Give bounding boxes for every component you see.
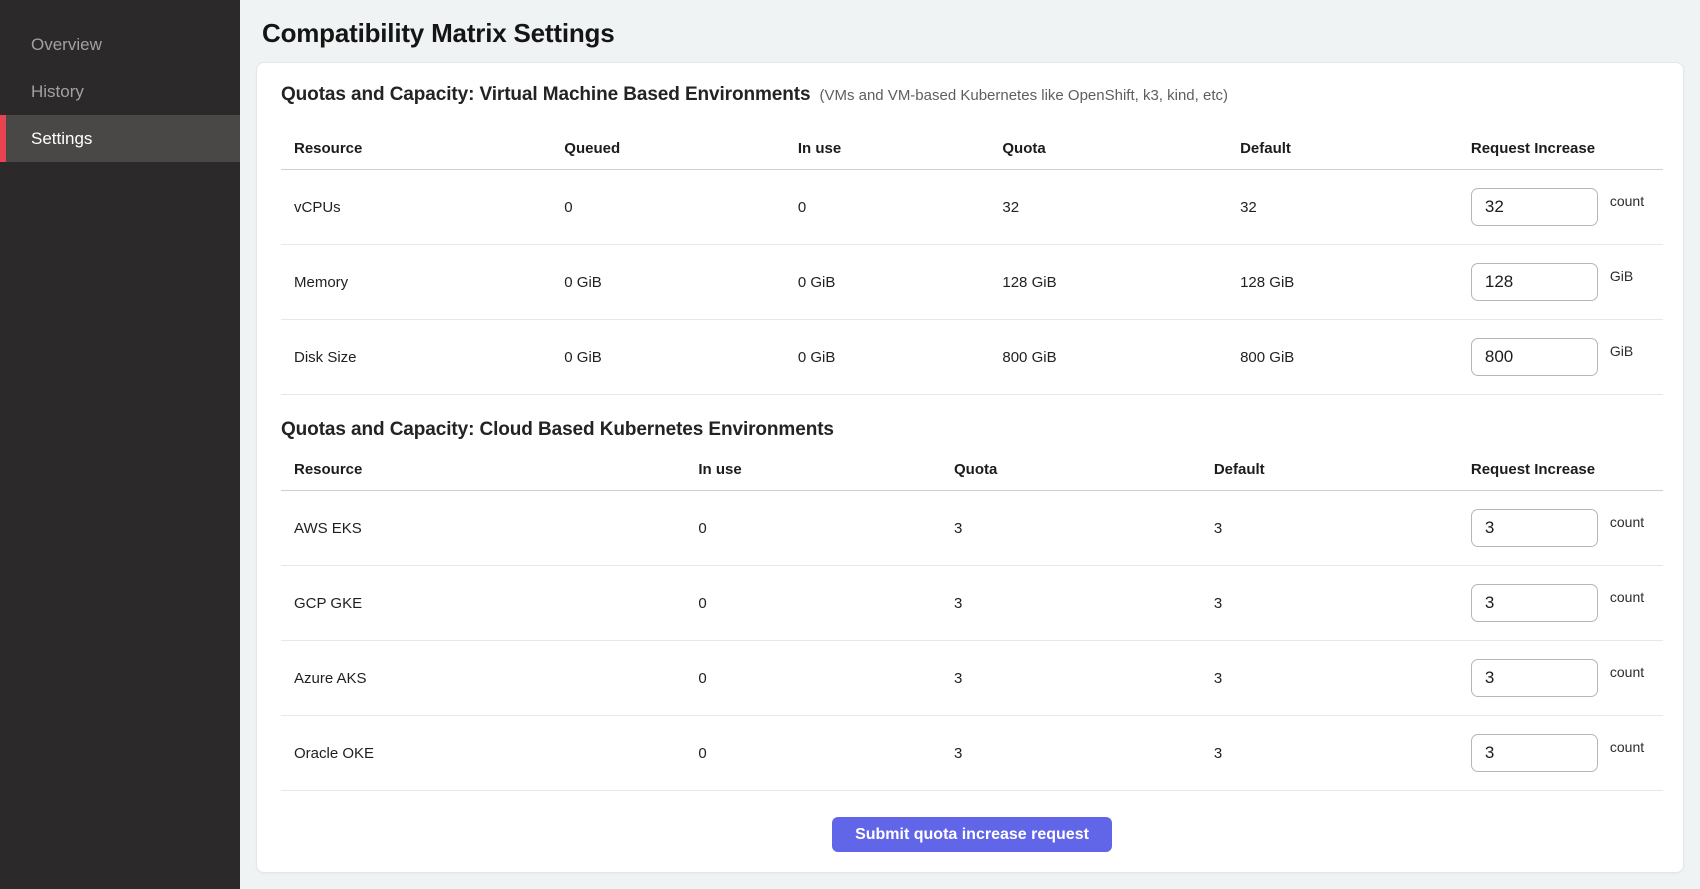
col-header-quota: Quota	[1002, 140, 1240, 157]
col-header-quota: Quota	[954, 461, 1214, 478]
col-header-resource: Resource	[281, 140, 564, 157]
submit-button-row: Submit quota increase request	[281, 791, 1663, 852]
in-use-value: 0	[698, 670, 954, 687]
in-use-value: 0	[698, 595, 954, 612]
oracle-oke-request-input[interactable]	[1471, 734, 1598, 772]
cloud-table-header-row: Resource In use Quota Default Request In…	[281, 449, 1663, 491]
request-increase-cell: GiB	[1471, 338, 1663, 376]
col-header-in-use: In use	[798, 140, 1003, 157]
unit-label: GiB	[1610, 343, 1633, 359]
cloud-section-heading: Quotas and Capacity: Cloud Based Kuberne…	[281, 419, 834, 441]
table-row-azure-aks: Azure AKS 0 3 3 count	[281, 641, 1663, 716]
app-window: Overview History Settings Compatibility …	[0, 0, 1700, 889]
unit-label: count	[1610, 589, 1644, 605]
request-increase-cell: count	[1471, 734, 1663, 772]
default-value: 3	[1214, 670, 1471, 687]
table-row-gcp-gke: GCP GKE 0 3 3 count	[281, 566, 1663, 641]
cloud-section-heading-row: Quotas and Capacity: Cloud Based Kuberne…	[281, 419, 1663, 441]
settings-card: Quotas and Capacity: Virtual Machine Bas…	[256, 62, 1684, 873]
col-header-queued: Queued	[564, 140, 798, 157]
in-use-value: 0	[698, 520, 954, 537]
resource-label: Azure AKS	[281, 670, 698, 687]
unit-label: count	[1610, 514, 1644, 530]
sidebar: Overview History Settings	[0, 0, 240, 889]
col-header-request-increase: Request Increase	[1471, 461, 1663, 478]
sidebar-nav: Overview History Settings	[0, 21, 240, 162]
main-content: Compatibility Matrix Settings Quotas and…	[240, 0, 1700, 889]
col-header-default: Default	[1240, 140, 1471, 157]
request-increase-cell: GiB	[1471, 263, 1663, 301]
unit-label: count	[1610, 739, 1644, 755]
quota-value: 128 GiB	[1002, 274, 1240, 291]
default-value: 128 GiB	[1240, 274, 1471, 291]
default-value: 32	[1240, 199, 1471, 216]
vm-quota-table: Resource Queued In use Quota Default Req…	[281, 128, 1663, 395]
quota-value: 3	[954, 745, 1214, 762]
unit-label: count	[1610, 193, 1644, 209]
default-value: 3	[1214, 595, 1471, 612]
col-header-request-increase: Request Increase	[1471, 140, 1663, 157]
sidebar-item-overview[interactable]: Overview	[0, 21, 240, 68]
col-header-in-use: In use	[698, 461, 954, 478]
request-increase-cell: count	[1471, 584, 1663, 622]
memory-request-input[interactable]	[1471, 263, 1598, 301]
request-increase-cell: count	[1471, 509, 1663, 547]
request-increase-cell: count	[1471, 659, 1663, 697]
sidebar-item-settings[interactable]: Settings	[0, 115, 240, 162]
page-title: Compatibility Matrix Settings	[262, 18, 1684, 49]
default-value: 800 GiB	[1240, 349, 1471, 366]
request-increase-cell: count	[1471, 188, 1663, 226]
quota-value: 3	[954, 520, 1214, 537]
table-row-vcpus: vCPUs 0 0 32 32 count	[281, 170, 1663, 245]
resource-label: Memory	[281, 274, 564, 291]
resource-label: GCP GKE	[281, 595, 698, 612]
table-row-memory: Memory 0 GiB 0 GiB 128 GiB 128 GiB GiB	[281, 245, 1663, 320]
default-value: 3	[1214, 520, 1471, 537]
quota-value: 3	[954, 595, 1214, 612]
vm-section-subtitle: (VMs and VM-based Kubernetes like OpenSh…	[819, 87, 1228, 104]
unit-label: count	[1610, 664, 1644, 680]
table-row-disk-size: Disk Size 0 GiB 0 GiB 800 GiB 800 GiB Gi…	[281, 320, 1663, 395]
resource-label: vCPUs	[281, 199, 564, 216]
in-use-value: 0 GiB	[798, 274, 1003, 291]
col-header-default: Default	[1214, 461, 1471, 478]
in-use-value: 0 GiB	[798, 349, 1003, 366]
submit-quota-increase-button[interactable]: Submit quota increase request	[832, 817, 1112, 852]
vm-section-heading: Quotas and Capacity: Virtual Machine Bas…	[281, 84, 810, 106]
queued-value: 0 GiB	[564, 349, 798, 366]
vm-table-header-row: Resource Queued In use Quota Default Req…	[281, 128, 1663, 170]
queued-value: 0 GiB	[564, 274, 798, 291]
quota-value: 800 GiB	[1002, 349, 1240, 366]
resource-label: AWS EKS	[281, 520, 698, 537]
unit-label: GiB	[1610, 268, 1633, 284]
in-use-value: 0	[798, 199, 1003, 216]
queued-value: 0	[564, 199, 798, 216]
aws-eks-request-input[interactable]	[1471, 509, 1598, 547]
table-row-aws-eks: AWS EKS 0 3 3 count	[281, 491, 1663, 566]
quota-value: 32	[1002, 199, 1240, 216]
vm-section-heading-row: Quotas and Capacity: Virtual Machine Bas…	[281, 84, 1663, 106]
azure-aks-request-input[interactable]	[1471, 659, 1598, 697]
quota-value: 3	[954, 670, 1214, 687]
resource-label: Oracle OKE	[281, 745, 698, 762]
resource-label: Disk Size	[281, 349, 564, 366]
in-use-value: 0	[698, 745, 954, 762]
col-header-resource: Resource	[281, 461, 698, 478]
default-value: 3	[1214, 745, 1471, 762]
gcp-gke-request-input[interactable]	[1471, 584, 1598, 622]
cloud-quota-table: Resource In use Quota Default Request In…	[281, 449, 1663, 791]
sidebar-item-history[interactable]: History	[0, 68, 240, 115]
vcpus-request-input[interactable]	[1471, 188, 1598, 226]
table-row-oracle-oke: Oracle OKE 0 3 3 count	[281, 716, 1663, 791]
disk-size-request-input[interactable]	[1471, 338, 1598, 376]
